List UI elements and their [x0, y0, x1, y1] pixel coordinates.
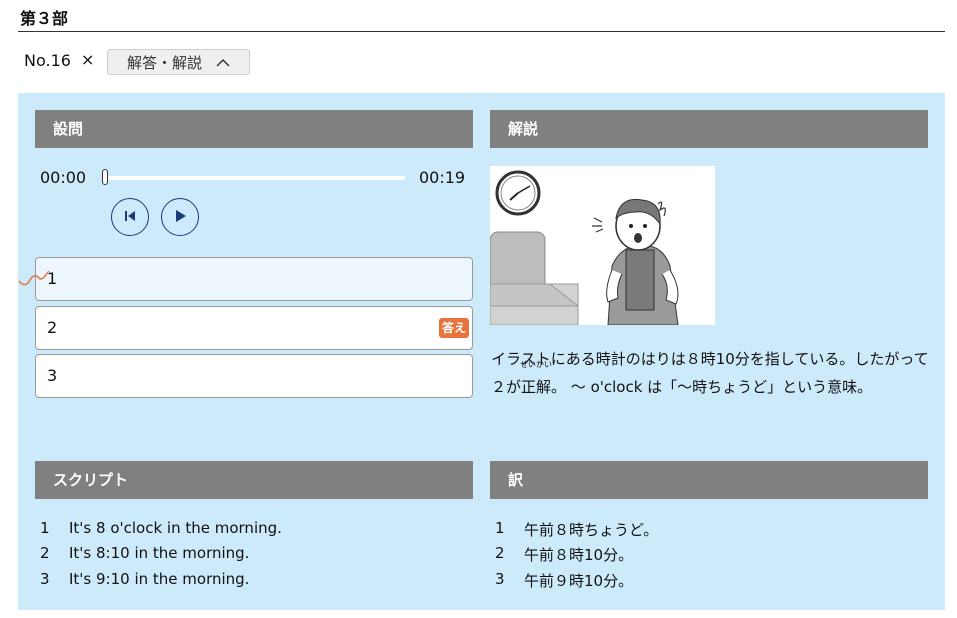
choice-1[interactable]: 1 [35, 257, 473, 301]
line-number: 3 [40, 570, 50, 588]
choice-label: 2 [47, 318, 58, 337]
play-button[interactable] [161, 198, 199, 236]
toggle-label: 解答・解説 [126, 53, 202, 72]
ruby-base: 正解 [521, 378, 552, 396]
line-number: 2 [40, 544, 50, 562]
line-text: 午前８時10分。 [524, 546, 634, 564]
pen-mark-icon [18, 268, 52, 294]
line-text: 午前８時ちょうど。 [524, 521, 659, 539]
choice-label: 3 [47, 366, 58, 385]
script-header: スクリプト [35, 461, 473, 499]
line-number: 1 [495, 519, 505, 537]
explanation-text: イラストにある時計のはりは８時10分を指している。したがって２が せいかい 正解。 … [491, 345, 929, 401]
choice-2[interactable]: 2 答え [35, 306, 473, 350]
question-header: 設問 [35, 110, 473, 148]
skip-back-icon [123, 208, 137, 227]
line-text: It's 8:10 in the morning. [69, 544, 250, 562]
line-text: It's 8 o'clock in the morning. [69, 519, 282, 537]
close-icon[interactable]: × [81, 50, 94, 69]
line-number: 2 [495, 544, 505, 562]
explanation-text-part: 。 ～ o'clock は「～時ちょうど」という意味。 [551, 378, 873, 396]
ruby-word: せいかい 正解 [520, 360, 552, 401]
question-number: No.16 [24, 51, 71, 70]
explanation-header: 解説 [490, 110, 928, 148]
sofa-icon [490, 231, 580, 325]
choice-3[interactable]: 3 [35, 354, 473, 398]
line-text: 午前９時10分。 [524, 572, 634, 590]
ruby-annotation: せいかい [520, 360, 553, 369]
play-icon [173, 208, 187, 227]
line-number: 3 [495, 570, 505, 588]
boy-figure-icon [592, 198, 679, 325]
current-time: 00:00 [40, 168, 87, 187]
restart-button[interactable] [111, 198, 149, 236]
line-number: 1 [40, 519, 50, 537]
translation-header: 訳 [490, 461, 928, 499]
line-text: It's 9:10 in the morning. [69, 570, 250, 588]
duration-time: 00:19 [419, 168, 466, 187]
progress-track[interactable] [106, 176, 405, 180]
chevron-up-icon [216, 53, 230, 71]
clock-boy-illustration [490, 166, 715, 325]
progress-thumb[interactable] [102, 169, 108, 185]
answer-badge: 答え [438, 318, 469, 338]
title-divider [18, 31, 945, 32]
section-title: 第３部 [20, 9, 69, 28]
answer-explanation-toggle-button[interactable]: 解答・解説 [107, 49, 250, 75]
wall-clock-icon [495, 170, 541, 216]
